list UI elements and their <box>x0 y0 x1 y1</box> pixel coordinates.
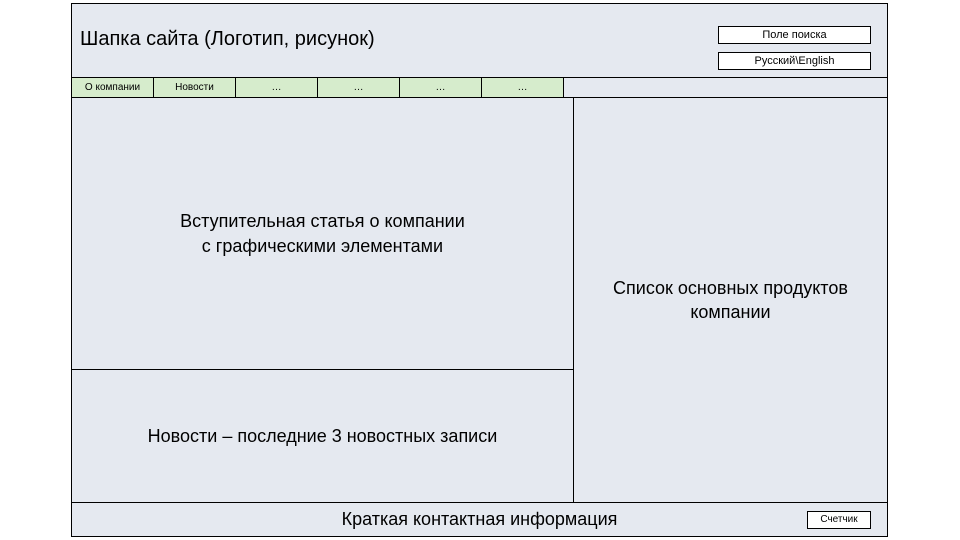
footer-contact: Краткая контактная информация <box>342 509 618 530</box>
nav-item-4[interactable]: … <box>400 78 482 97</box>
counter-widget[interactable]: Счетчик <box>807 511 871 529</box>
main-nav: О компании Новости … … … … <box>72 78 887 98</box>
left-column: Вступительная статья о компаниис графиче… <box>72 98 574 502</box>
nav-item-5[interactable]: … <box>482 78 564 97</box>
nav-item-news[interactable]: Новости <box>154 78 236 97</box>
nav-item-3[interactable]: … <box>318 78 400 97</box>
language-switch[interactable]: Русский\English <box>718 52 871 70</box>
intro-article: Вступительная статья о компаниис графиче… <box>72 98 574 370</box>
footer: Краткая контактная информация Счетчик <box>72 502 887 536</box>
page-frame: Шапка сайта (Логотип, рисунок) Поле поис… <box>71 3 888 537</box>
search-field[interactable]: Поле поиска <box>718 26 871 44</box>
header-title: Шапка сайта (Логотип, рисунок) <box>80 28 375 51</box>
header-controls: Поле поиска Русский\English <box>718 26 871 70</box>
nav-item-2[interactable]: … <box>236 78 318 97</box>
site-header: Шапка сайта (Логотип, рисунок) Поле поис… <box>72 4 887 78</box>
news-block: Новости – последние 3 новостных записи <box>72 370 574 502</box>
body-row: Вступительная статья о компаниис графиче… <box>72 98 887 502</box>
nav-item-about[interactable]: О компании <box>72 78 154 97</box>
products-list: Список основных продуктов компании <box>574 98 887 502</box>
